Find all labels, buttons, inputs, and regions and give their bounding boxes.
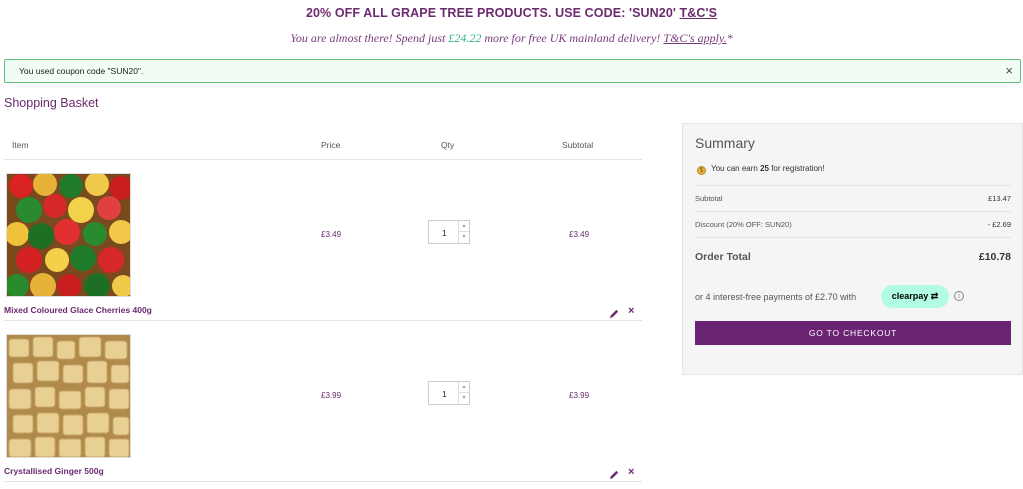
- item-price: £3.99: [321, 391, 342, 400]
- page-title: Shopping Basket: [4, 96, 99, 110]
- promo-text: 20% OFF ALL GRAPE TREE PRODUCTS. USE COD…: [305, 6, 680, 20]
- product-name[interactable]: Crystallised Ginger 500g: [4, 466, 104, 476]
- table-header: Item Price Qty Subtotal: [4, 128, 642, 160]
- col-price: Price: [321, 140, 341, 150]
- coupon-message-box: You used coupon code "SUN20". ×: [4, 59, 1021, 83]
- subtotal-label: Subtotal: [695, 194, 723, 203]
- clearpay-logo[interactable]: clearpay ⇄: [881, 285, 949, 308]
- delivery-prefix: You are almost there! Spend just: [290, 31, 449, 45]
- earn-suffix: for registration!: [768, 164, 825, 173]
- product-image-ginger[interactable]: [6, 334, 131, 458]
- subtotal-value: £13.47: [988, 194, 1011, 203]
- delivery-suffix: more for free UK mainland delivery!: [481, 31, 664, 45]
- delivery-tc-link[interactable]: T&C's apply.: [663, 31, 726, 45]
- promo-tc-link[interactable]: T&C'S: [680, 6, 718, 20]
- item-subtotal: £3.99: [569, 391, 590, 400]
- total-label: Order Total: [695, 251, 751, 263]
- divider: [695, 211, 1011, 212]
- earn-prefix: You can earn: [711, 164, 761, 173]
- pencil-icon[interactable]: [609, 308, 620, 319]
- coin-icon: $: [697, 166, 706, 175]
- checkout-button[interactable]: GO TO CHECKOUT: [695, 321, 1011, 345]
- clearpay-brand: clearpay: [891, 291, 929, 301]
- table-row: £3.49 1 ▲ ▼ £3.49 Mixed Coloured Glace Ch…: [4, 160, 642, 321]
- item-price: £3.49: [321, 230, 342, 239]
- col-subtotal: Subtotal: [562, 140, 594, 150]
- quantity-value[interactable]: 1: [442, 228, 447, 238]
- order-total-row: Order Total £10.78: [695, 251, 1011, 263]
- product-image-cherries[interactable]: [6, 173, 131, 297]
- discount-row: Discount (20% OFF: SUN20) - £2.69: [695, 220, 1011, 229]
- summary-title: Summary: [695, 135, 755, 151]
- delivery-notice: You are almost there! Spend just £24.22 …: [0, 31, 1023, 46]
- quantity-input[interactable]: 1 ▲ ▼: [428, 381, 470, 405]
- delivery-asterisk: *: [726, 31, 733, 45]
- table-row: £3.99 1 ▲ ▼ £3.99 Crystallised Ginger 500…: [4, 321, 642, 482]
- divider: [695, 237, 1011, 238]
- item-subtotal: £3.49: [569, 230, 590, 239]
- pencil-icon[interactable]: [609, 469, 620, 480]
- increment-icon[interactable]: ▲: [459, 382, 469, 393]
- subtotal-row: Subtotal £13.47: [695, 194, 1011, 203]
- divider: [695, 185, 1011, 186]
- total-value: £10.78: [978, 251, 1011, 263]
- discount-label: Discount (20% OFF: SUN20): [695, 220, 792, 229]
- product-name[interactable]: Mixed Coloured Glace Cherries 400g: [4, 305, 152, 315]
- quantity-stepper[interactable]: ▲ ▼: [458, 382, 469, 404]
- decrement-icon[interactable]: ▼: [459, 232, 469, 243]
- quantity-value[interactable]: 1: [442, 389, 447, 399]
- remove-icon[interactable]: ×: [628, 466, 634, 478]
- earn-points: 25: [760, 164, 769, 173]
- decrement-icon[interactable]: ▼: [459, 393, 469, 404]
- quantity-input[interactable]: 1 ▲ ▼: [428, 220, 470, 244]
- remove-icon[interactable]: ×: [628, 305, 634, 317]
- quantity-stepper[interactable]: ▲ ▼: [458, 221, 469, 243]
- discount-value: - £2.69: [987, 220, 1011, 229]
- col-item: Item: [12, 140, 29, 150]
- increment-icon[interactable]: ▲: [459, 221, 469, 232]
- clearpay-offer: or 4 interest-free payments of £2.70 wit…: [695, 285, 1011, 309]
- info-icon[interactable]: i: [954, 291, 964, 301]
- coupon-message: You used coupon code "SUN20".: [19, 66, 144, 76]
- basket-table: Item Price Qty Subtotal £3.49 1 ▲ ▼ £3.49: [4, 128, 642, 482]
- delivery-amount: £24.22: [448, 31, 482, 45]
- promo-banner: 20% OFF ALL GRAPE TREE PRODUCTS. USE COD…: [0, 6, 1023, 20]
- col-qty: Qty: [441, 140, 455, 150]
- clearpay-text: or 4 interest-free payments of £2.70 wit…: [695, 292, 857, 302]
- order-summary: Summary $ You can earn 25 for registratio…: [682, 123, 1023, 375]
- earn-points-notice: $ You can earn 25 for registration!: [697, 164, 825, 175]
- close-icon[interactable]: ×: [1005, 63, 1013, 79]
